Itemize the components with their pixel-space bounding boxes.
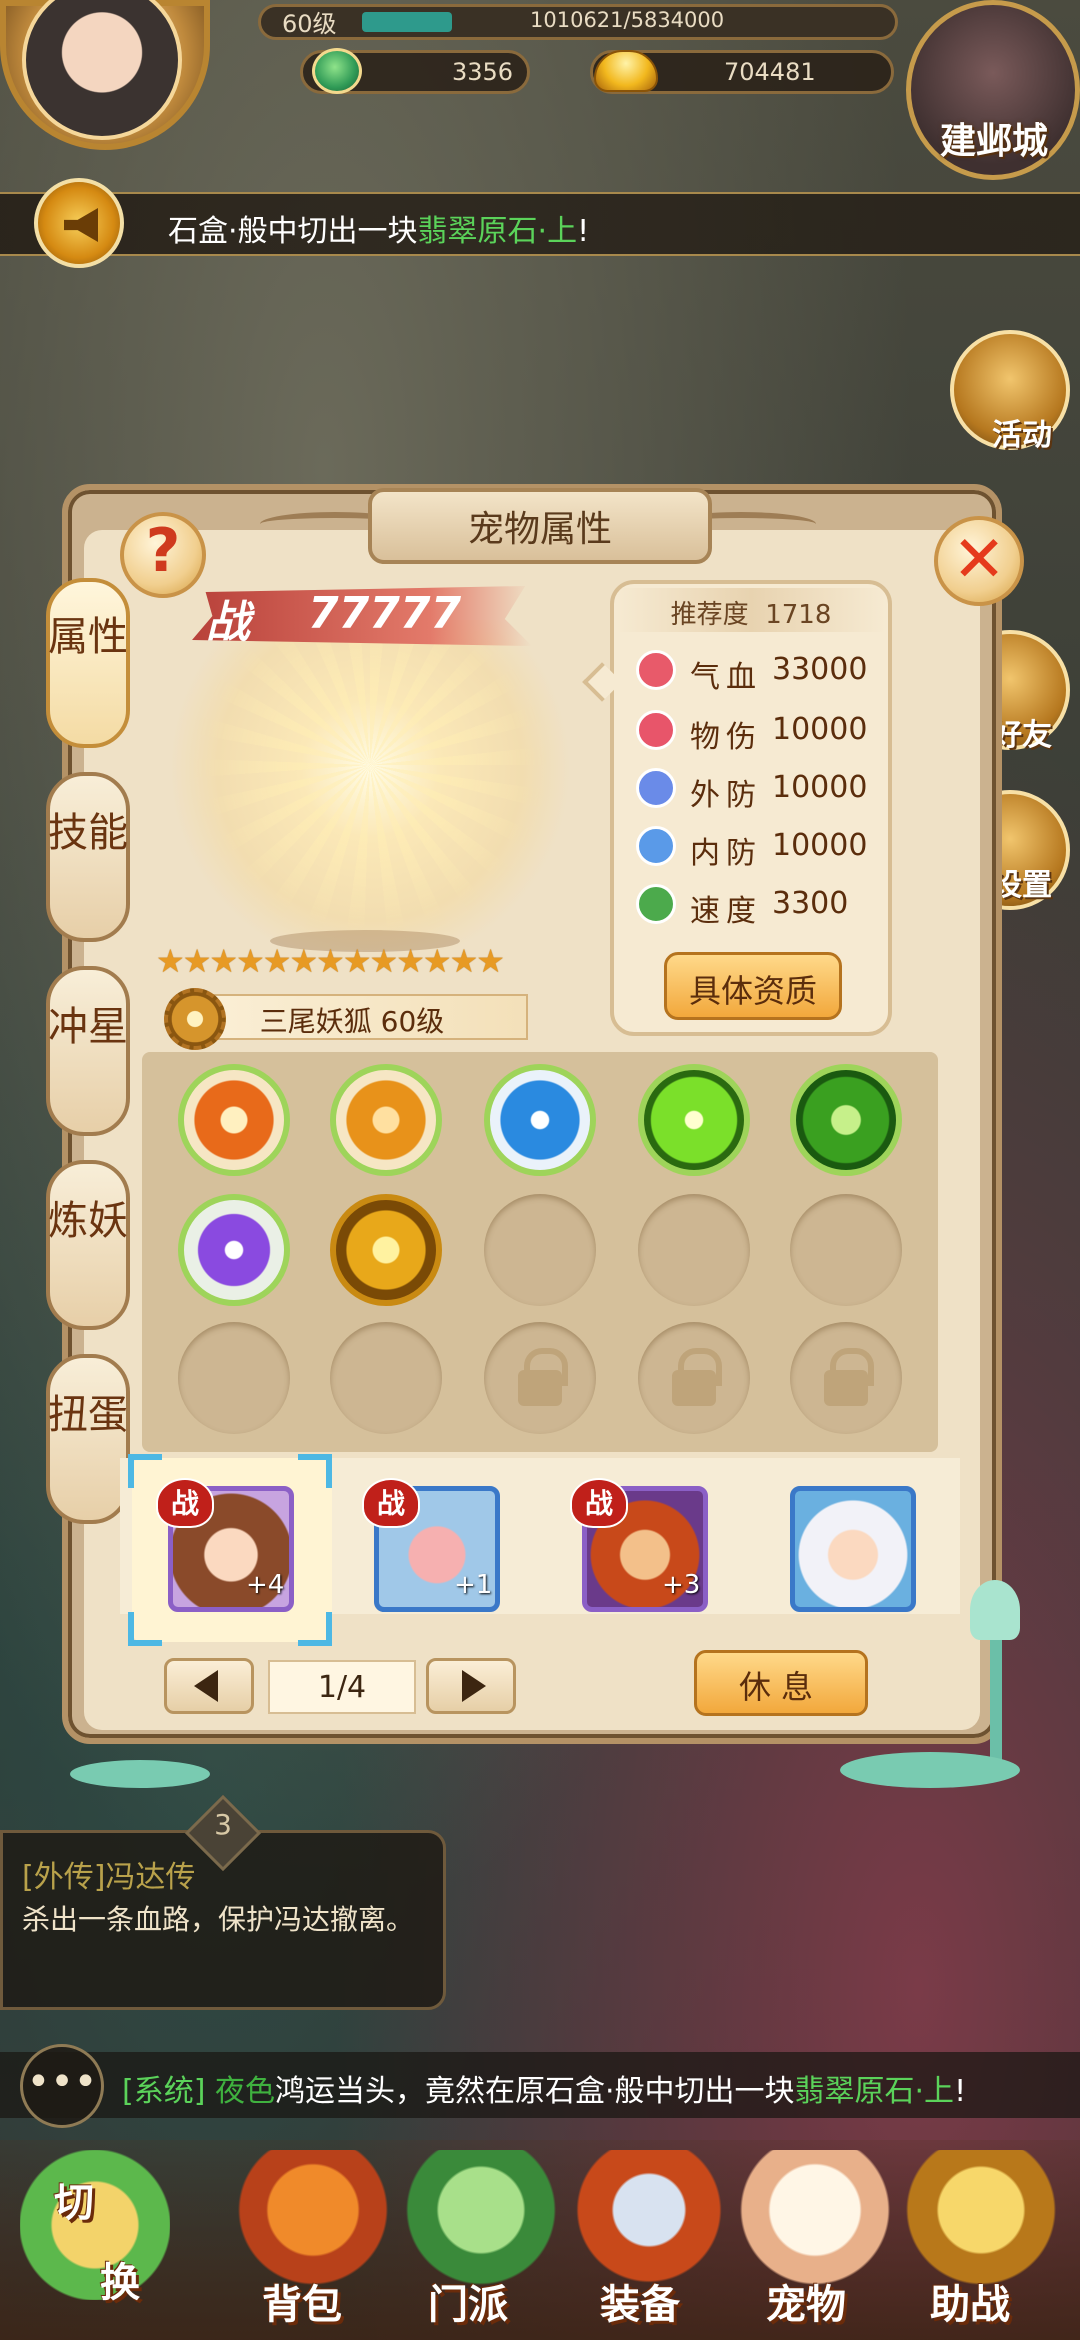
jade-amount: 3356 xyxy=(452,58,514,86)
boot-icon xyxy=(636,884,676,924)
broadcast-text: 石盒·般中切出一块翡翠原石·上! xyxy=(168,206,589,250)
tab-gacha-label: 扭蛋 xyxy=(48,1392,128,1438)
aptitude-detail-label: 具体资质 xyxy=(688,972,817,1010)
stat-hp-value: 33000 xyxy=(772,652,868,687)
stat-outer-def-value: 10000 xyxy=(772,770,868,805)
broadcast-item: 翡翠原石·上 xyxy=(417,214,578,249)
chat-item[interactable]: 翡翠原石·上 xyxy=(795,2074,955,2109)
chevron-left-icon xyxy=(194,1670,218,1702)
selection-corner xyxy=(298,1612,332,1646)
stat-hp-label: 气血 xyxy=(690,660,762,695)
nav-switch-label-2: 换 xyxy=(100,2260,140,2306)
tab-refine-label: 炼妖 xyxy=(48,1198,128,1244)
tab-attributes-label: 属性 xyxy=(48,614,128,660)
swirl-icon xyxy=(636,826,676,866)
battle-badge: 战 xyxy=(570,1478,628,1528)
gear-icon[interactable] xyxy=(164,988,226,1050)
pet-card-3-plus: +3 xyxy=(662,1570,701,1600)
stat-speed-value: 3300 xyxy=(772,886,849,921)
chat-end: ! xyxy=(954,2074,967,2109)
battle-badge: 战 xyxy=(156,1478,214,1528)
gold-amount: 704481 xyxy=(724,58,816,86)
lock-icon[interactable] xyxy=(790,1322,902,1434)
empty-skill-slot[interactable] xyxy=(484,1194,596,1306)
nav-pet-label: 宠物 xyxy=(766,2282,846,2328)
panel-title: 宠物属性 xyxy=(467,509,612,550)
shield-icon xyxy=(636,768,676,808)
empty-skill-slot[interactable] xyxy=(330,1322,442,1434)
sword-icon xyxy=(636,710,676,750)
gold-ingot-icon xyxy=(594,50,658,92)
quest-number: 3 xyxy=(214,1808,232,1841)
heart-icon xyxy=(636,650,676,690)
stat-phys-dmg-value: 10000 xyxy=(772,712,868,747)
quest-title: [外传]冯达传 xyxy=(22,1860,196,1895)
quest-description: 杀出一条血路，保护冯达撤离。 xyxy=(22,1903,415,1936)
tab-attributes[interactable] xyxy=(46,578,130,748)
pet-card-2-plus: +1 xyxy=(454,1570,493,1600)
question-icon: ? xyxy=(145,516,181,586)
broadcast-prefix: 石盒·般中切出一块 xyxy=(168,214,418,249)
city-label: 建邺城 xyxy=(940,121,1049,162)
nav-backpack-label: 背包 xyxy=(262,2282,342,2328)
lock-icon[interactable] xyxy=(484,1322,596,1434)
pet-star-rating: ★★★★★★★★★★★★★ xyxy=(156,942,505,980)
mountain-icon[interactable] xyxy=(330,1064,442,1176)
lock-icon[interactable] xyxy=(638,1322,750,1434)
page-indicator-text: 1/4 xyxy=(317,1670,367,1705)
burst-icon[interactable] xyxy=(638,1064,750,1176)
lightning-icon[interactable] xyxy=(178,1194,290,1306)
pet-card-1-plus: +4 xyxy=(246,1570,285,1600)
tab-star-up-label: 冲星 xyxy=(48,1004,128,1050)
empty-skill-slot[interactable] xyxy=(178,1322,290,1434)
stat-inner-def-label: 内防 xyxy=(690,836,762,871)
activity-label: 活动 xyxy=(992,418,1052,453)
tab-skills-label: 技能 xyxy=(48,810,128,856)
chat-bubble-icon: ••• xyxy=(26,2059,98,2105)
flame-icon[interactable] xyxy=(178,1064,290,1176)
power-prefix: 战 xyxy=(206,597,250,648)
recommend-row: 推荐度 1718 xyxy=(610,594,892,631)
exp-text: 1010621/5834000 xyxy=(530,8,725,32)
rest-button-label: 休息 xyxy=(738,1668,823,1706)
recommend-value: 1718 xyxy=(765,600,832,630)
empty-skill-slot[interactable] xyxy=(638,1194,750,1306)
chat-text: 鸿运当头，竟然在原石盒·般中切出一块 xyxy=(274,2074,795,2109)
jade-vine-decoration xyxy=(840,1752,1020,1788)
close-icon: ✕ xyxy=(952,523,1006,597)
power-value: 77777 xyxy=(308,588,462,639)
stat-inner-def-value: 10000 xyxy=(772,828,868,863)
shell-icon[interactable] xyxy=(790,1064,902,1176)
chat-message: [系统] 夜色鸿运当头，竟然在原石盒·般中切出一块翡翠原石·上! xyxy=(122,2066,966,2110)
jade-coin-icon xyxy=(312,48,362,94)
megaphone-icon[interactable] xyxy=(34,178,124,268)
chat-channel: [系统] xyxy=(122,2074,206,2109)
pet-card-4[interactable] xyxy=(790,1486,916,1612)
light-rays xyxy=(180,630,560,930)
selection-corner xyxy=(128,1612,162,1646)
stat-phys-dmg-label: 物伤 xyxy=(690,720,762,755)
nav-switch-label-1: 切 xyxy=(54,2180,94,2226)
vortex-icon[interactable] xyxy=(484,1064,596,1176)
selection-corner xyxy=(128,1454,162,1488)
nav-sect-label: 门派 xyxy=(428,2282,508,2328)
exp-fill xyxy=(362,12,452,32)
chat-user[interactable]: 夜色 xyxy=(215,2074,275,2109)
selection-corner xyxy=(298,1454,332,1488)
level-label: 60级 xyxy=(282,10,337,38)
recommend-label: 推荐度 xyxy=(670,600,749,630)
broadcast-suffix: ! xyxy=(577,214,590,249)
empty-skill-slot[interactable] xyxy=(790,1194,902,1306)
lotus-bud-decoration xyxy=(970,1580,1020,1640)
nav-equipment-label: 装备 xyxy=(600,2282,680,2328)
jade-vine-decoration xyxy=(70,1760,210,1788)
golden-heart-icon[interactable] xyxy=(330,1194,442,1306)
stat-speed-label: 速度 xyxy=(690,894,762,929)
switch-icon[interactable] xyxy=(20,2150,170,2300)
nav-assist-label: 助战 xyxy=(930,2282,1010,2328)
chevron-right-icon xyxy=(462,1670,486,1702)
battle-badge: 战 xyxy=(362,1478,420,1528)
pet-name-level: 三尾妖狐 60级 xyxy=(259,1005,445,1038)
stat-outer-def-label: 外防 xyxy=(690,778,762,813)
